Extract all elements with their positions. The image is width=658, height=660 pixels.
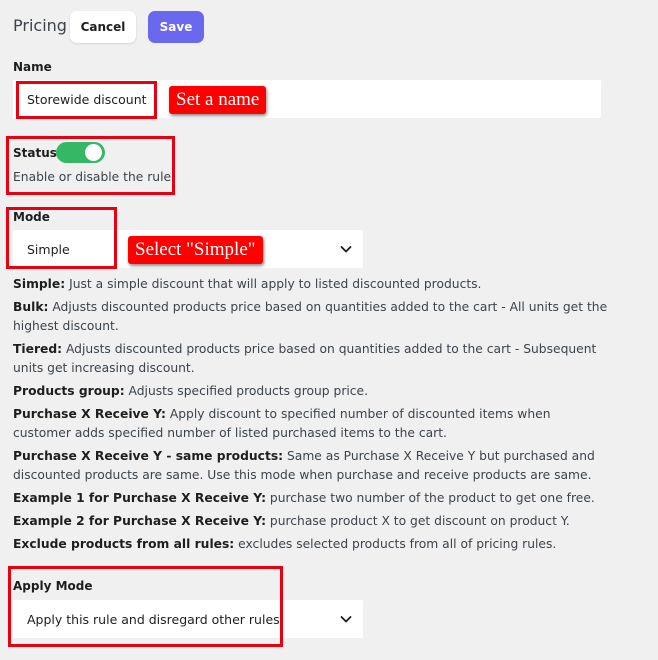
desc-purchase-x-receive-y-same: Purchase X Receive Y - same products: Sa… <box>13 449 595 482</box>
mode-descriptions: Simple: Just a simple discount that will… <box>13 275 608 554</box>
desc-products-group: Products group: Adjusts specified produc… <box>13 384 369 398</box>
desc-exclude-products: Exclude products from all rules: exclude… <box>13 537 557 551</box>
desc-example-2: Example 2 for Purchase X Receive Y: purc… <box>13 514 570 528</box>
desc-simple: Simple: Just a simple discount that will… <box>13 277 482 291</box>
chevron-down-icon <box>340 246 352 253</box>
desc-purchase-x-receive-y: Purchase X Receive Y: Apply discount to … <box>13 407 551 440</box>
desc-example-1: Example 1 for Purchase X Receive Y: purc… <box>13 491 595 505</box>
annotation-box-apply-mode <box>8 566 283 647</box>
annotation-box-status <box>6 136 175 195</box>
annotation-box-mode <box>6 207 117 269</box>
callout-set-name: Set a name <box>169 86 267 114</box>
cancel-button[interactable]: Cancel <box>70 11 136 43</box>
save-button[interactable]: Save <box>148 11 204 43</box>
desc-bulk: Bulk: Adjusts discounted products price … <box>13 300 608 333</box>
annotation-box-name <box>16 81 157 119</box>
page-title: Pricing <box>13 16 67 35</box>
chevron-down-icon <box>340 616 352 623</box>
callout-select-simple: Select "Simple" <box>128 236 263 264</box>
name-label: Name <box>13 60 52 74</box>
desc-tiered: Tiered: Adjusts discounted products pric… <box>13 342 597 375</box>
